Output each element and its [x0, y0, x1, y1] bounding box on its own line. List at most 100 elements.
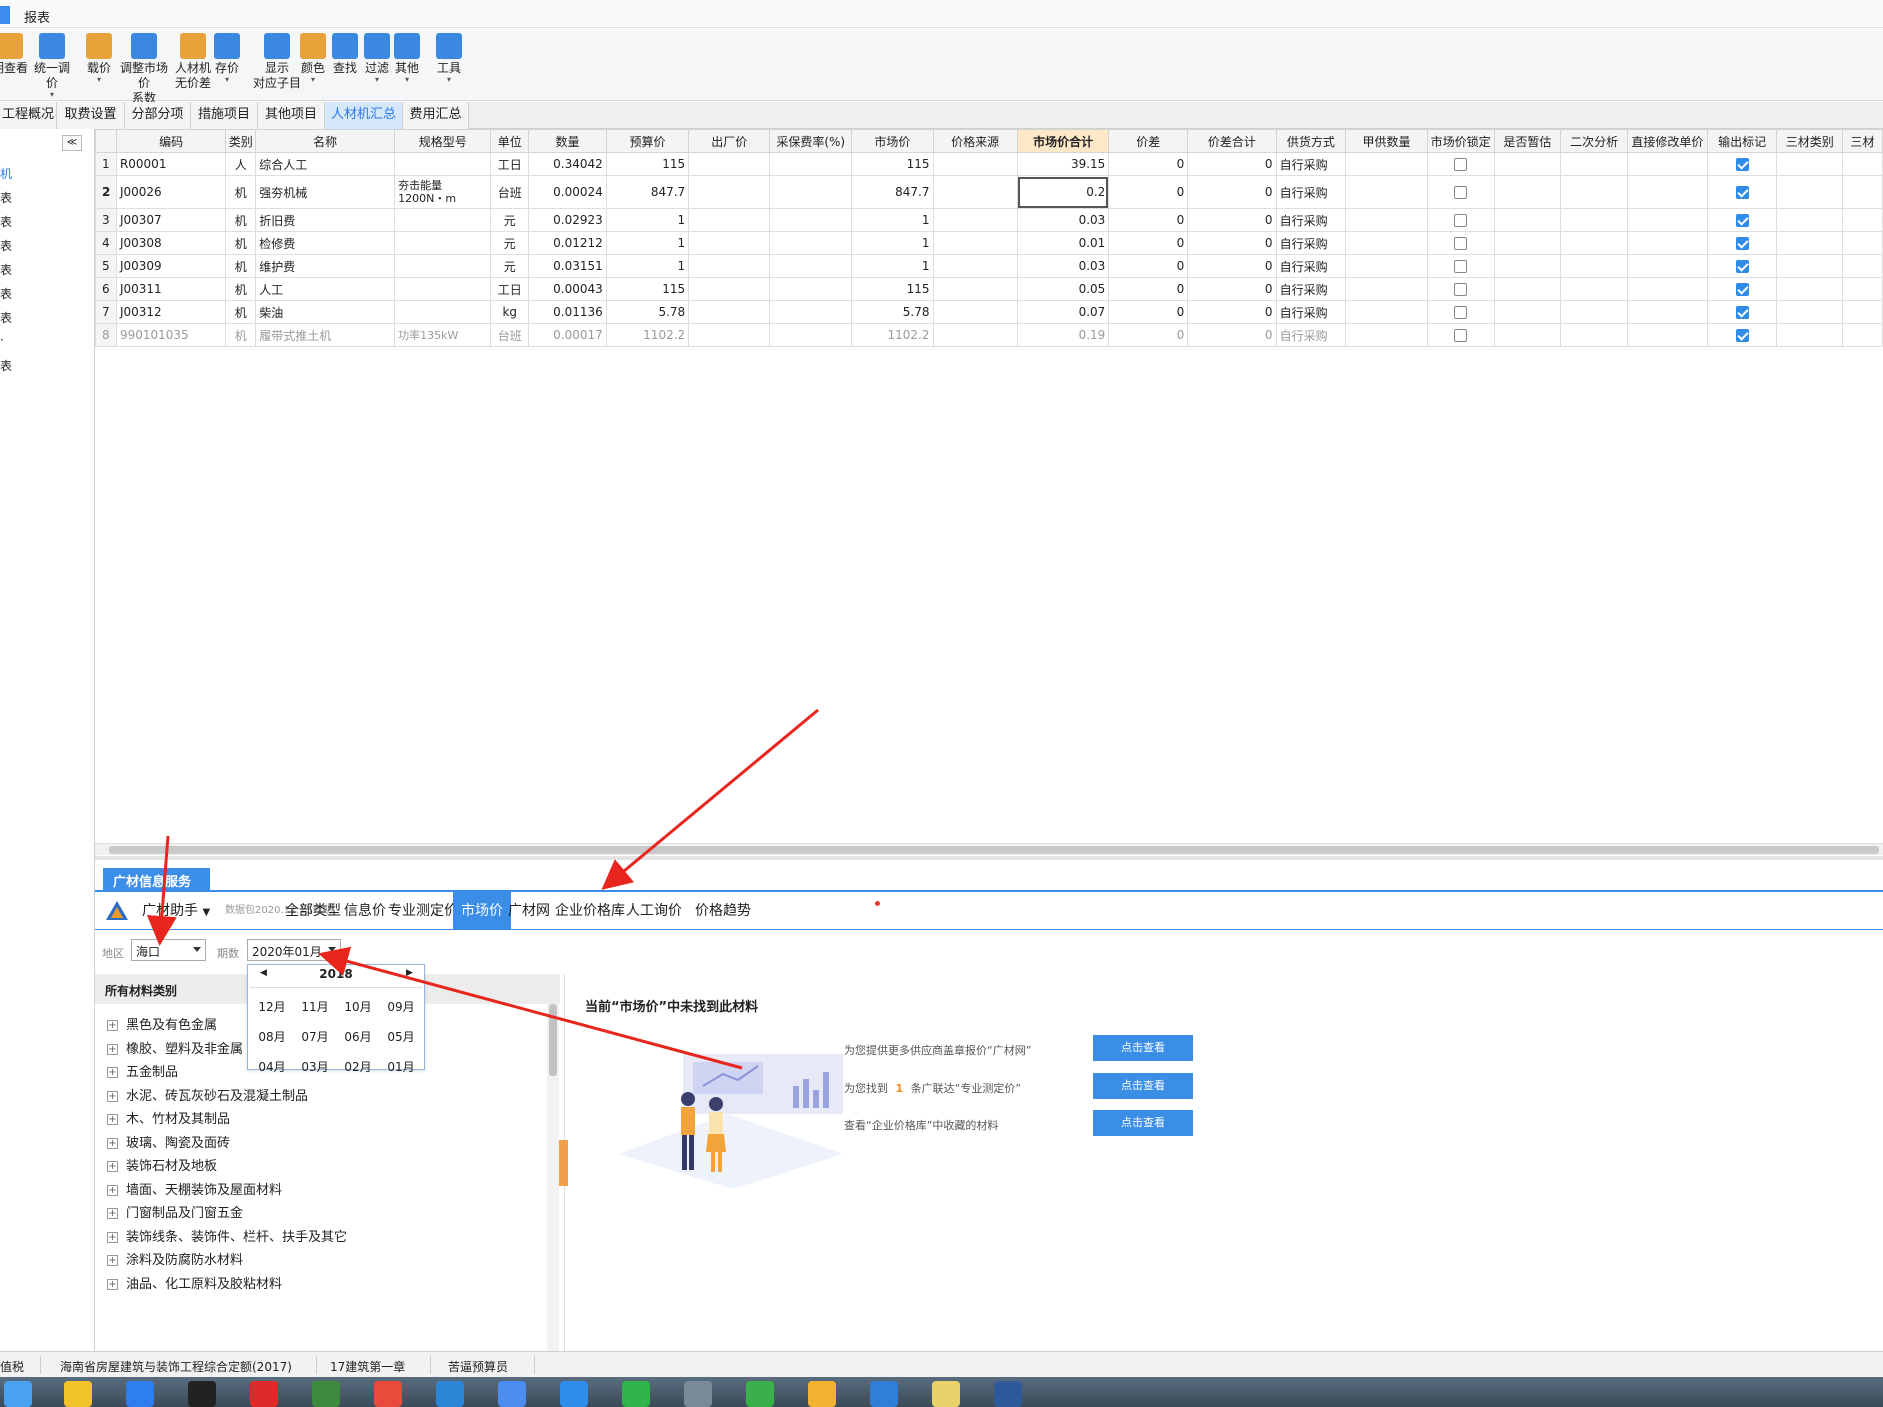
expand-icon[interactable]: +	[107, 1067, 118, 1078]
table-cell[interactable]	[1493, 254, 1562, 278]
output-checkbox[interactable]	[1735, 260, 1749, 273]
table-cell[interactable]: 机	[225, 300, 257, 324]
feishu-icon[interactable]	[498, 1381, 526, 1407]
category-item[interactable]: + 五金制品	[107, 1061, 178, 1080]
service-panel-tab[interactable]: 广材信息服务	[103, 868, 210, 890]
expand-icon[interactable]: +	[107, 1208, 118, 1219]
filter-button[interactable]: 过滤 ▾	[364, 33, 390, 84]
table-cell[interactable]: 5.78	[605, 300, 690, 324]
table-cell[interactable]	[1493, 277, 1562, 301]
table-cell[interactable]: 自行采购	[1275, 231, 1347, 255]
table-cell[interactable]	[1776, 175, 1844, 209]
table-cell[interactable]: 人	[225, 152, 257, 176]
category-item[interactable]: + 门窗制品及门窗五金	[107, 1202, 243, 1221]
table-cell[interactable]	[1345, 231, 1428, 255]
table-cell[interactable]: 115	[605, 277, 690, 301]
table-cell[interactable]	[1345, 323, 1428, 347]
table-cell[interactable]: 0	[1108, 175, 1189, 209]
column-header[interactable]: 单位	[490, 129, 530, 153]
table-cell[interactable]	[688, 323, 771, 347]
column-header[interactable]: 规格型号	[394, 129, 492, 153]
table-cell[interactable]: 自行采购	[1275, 323, 1347, 347]
table-cell[interactable]: 0.00043	[528, 277, 607, 301]
table-cell[interactable]: 强夯机械	[255, 175, 396, 209]
expand-icon[interactable]: +	[107, 1043, 118, 1055]
table-cell[interactable]	[1560, 231, 1628, 255]
tools-button[interactable]: 工具 ▾	[436, 33, 462, 84]
table-cell[interactable]	[769, 208, 853, 232]
horizontal-scrollbar[interactable]	[95, 843, 1883, 855]
next-year-icon[interactable]: ▶	[406, 968, 413, 978]
table-cell[interactable]: 0	[1108, 300, 1189, 324]
table-cell[interactable]: 847.7	[605, 175, 690, 209]
category-item[interactable]: + 油品、化工原料及胶粘材料	[107, 1273, 282, 1292]
table-cell[interactable]	[1706, 152, 1778, 176]
table-cell[interactable]	[394, 152, 492, 176]
table-cell[interactable]: J00026	[115, 175, 227, 209]
save-price-button[interactable]: 存价 ▾	[212, 33, 242, 84]
column-header[interactable]: 三材类别	[1776, 129, 1844, 153]
column-header[interactable]	[95, 129, 117, 153]
category-item[interactable]: + 装饰石材及地板	[107, 1155, 217, 1174]
tab-cost-summary[interactable]: 费用汇总	[403, 102, 469, 129]
wechat-icon[interactable]	[622, 1381, 650, 1407]
table-cell[interactable]: 115	[851, 152, 934, 176]
table-cell[interactable]: 自行采购	[1275, 254, 1347, 278]
table-cell[interactable]	[1842, 277, 1883, 301]
table-cell[interactable]	[769, 152, 853, 176]
no-price-diff-button[interactable]: 人材机 无价差	[174, 33, 212, 91]
expand-icon[interactable]: +	[107, 1255, 118, 1266]
table-cell[interactable]	[932, 175, 1018, 209]
table-cell[interactable]: 0.2	[1016, 175, 1110, 209]
table-cell[interactable]	[1842, 152, 1883, 176]
month-option[interactable]: 03月	[295, 1058, 335, 1075]
table-cell[interactable]: 1	[851, 254, 934, 278]
table-cell[interactable]: 0.03	[1016, 208, 1110, 232]
sidebar-item[interactable]: 表	[0, 237, 12, 254]
category-item[interactable]: + 装饰线条、装饰件、栏杆、扶手及其它	[107, 1226, 347, 1245]
table-cell[interactable]	[394, 277, 492, 301]
expand-icon[interactable]: +	[107, 1090, 118, 1102]
table-row[interactable]: 6 J00311 机人工 工日 0.00043 115 115 0.05 0 0 自行采购	[95, 277, 1883, 301]
category-item[interactable]: + 木、竹材及其制品	[107, 1108, 230, 1127]
table-cell[interactable]: J00309	[115, 254, 227, 278]
category-item[interactable]: + 橡胶、塑料及非金属	[107, 1038, 243, 1057]
output-checkbox[interactable]	[1735, 283, 1749, 296]
table-cell[interactable]	[688, 254, 771, 278]
region-select[interactable]: 海口	[131, 939, 206, 961]
table-cell[interactable]: 自行采购	[1275, 277, 1347, 301]
table-cell[interactable]	[1706, 254, 1778, 278]
sidebar-item[interactable]: 表	[0, 213, 12, 230]
table-row[interactable]: 7 J00312 机柴油 kg 0.01136 5.78 5.78 0.07 0 0 自行采购	[95, 300, 1883, 324]
table-cell[interactable]	[394, 254, 492, 278]
column-header[interactable]: 供货方式	[1275, 129, 1347, 153]
table-cell[interactable]	[1626, 300, 1708, 324]
ie-icon[interactable]	[436, 1381, 464, 1407]
table-cell[interactable]: 自行采购	[1275, 152, 1347, 176]
table-cell[interactable]: 0.00017	[528, 323, 607, 347]
notes-icon[interactable]	[932, 1381, 960, 1407]
table-cell[interactable]	[932, 208, 1018, 232]
table-cell[interactable]	[1842, 231, 1883, 255]
table-row[interactable]: 2 J00026 机强夯机械 夯击能量 1200N・m 台班 0.00024 847.7 847…	[95, 175, 1883, 209]
show-items-button[interactable]: 显示 对应子目	[252, 33, 302, 91]
table-cell[interactable]	[1626, 254, 1708, 278]
table-cell[interactable]: 0	[1108, 231, 1189, 255]
table-cell[interactable]: 6	[95, 277, 117, 301]
table-cell[interactable]	[1842, 208, 1883, 232]
table-cell[interactable]	[1706, 175, 1778, 209]
table-cell[interactable]: 0.00024	[528, 175, 607, 209]
table-cell[interactable]	[769, 277, 853, 301]
table-cell[interactable]: 5.78	[851, 300, 934, 324]
category-item[interactable]: + 黑色及有色金属	[107, 1014, 217, 1033]
table-cell[interactable]: 847.7	[851, 175, 934, 209]
table-cell[interactable]: 0.19	[1016, 323, 1110, 347]
month-option[interactable]: 05月	[381, 1028, 421, 1045]
table-cell[interactable]	[1426, 231, 1495, 255]
table-cell[interactable]: 自行采购	[1275, 175, 1347, 209]
table-cell[interactable]	[688, 208, 771, 232]
output-checkbox[interactable]	[1735, 158, 1749, 171]
table-cell[interactable]	[1493, 300, 1562, 324]
table-cell[interactable]	[1560, 208, 1628, 232]
tim-icon[interactable]	[560, 1381, 588, 1407]
